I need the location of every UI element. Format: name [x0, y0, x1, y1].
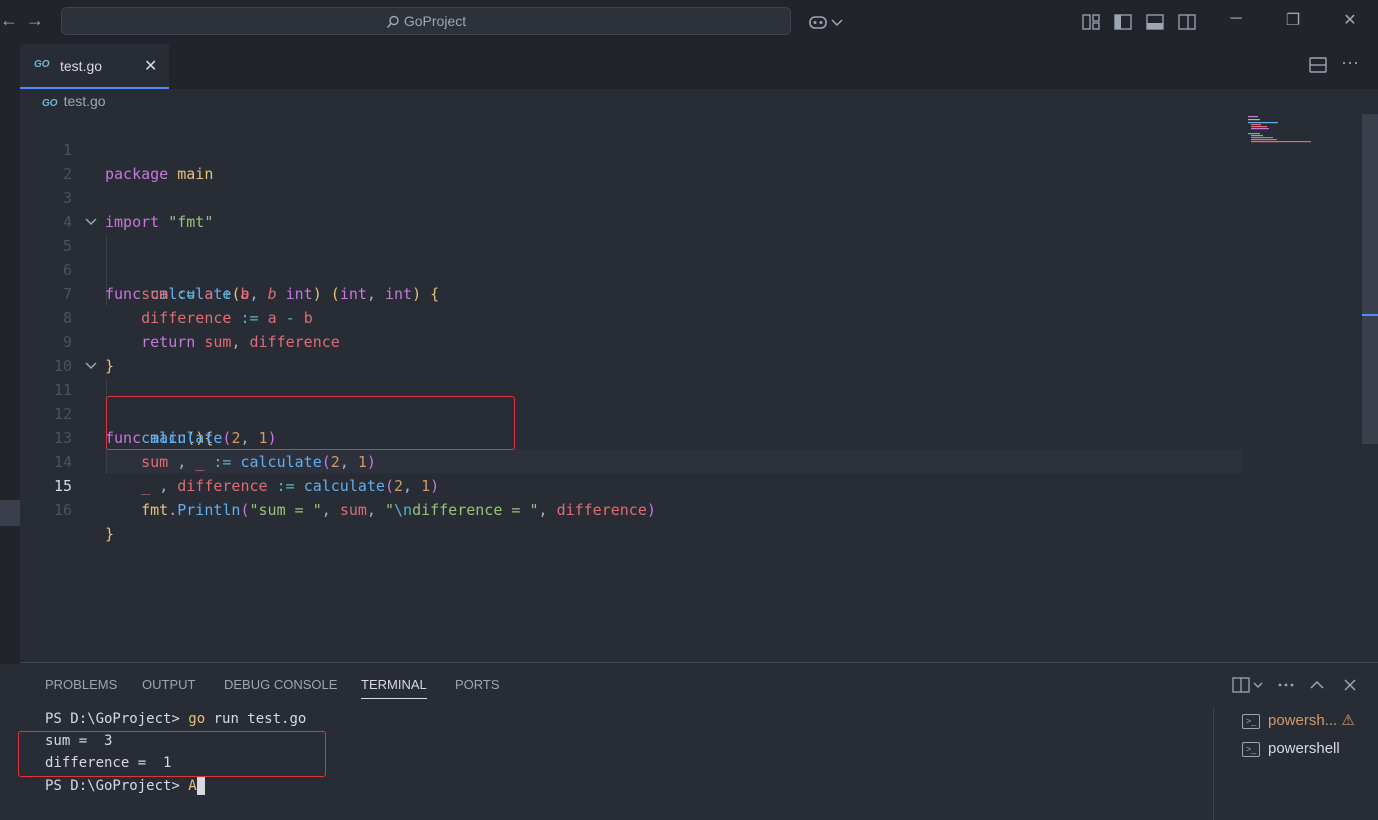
go-file-icon: GO	[42, 98, 58, 109]
warning-icon: ⚠	[1341, 712, 1355, 729]
split-terminal-icon[interactable]	[1232, 677, 1250, 693]
search-label: GoProject	[403, 13, 467, 29]
code-line-11: 11 func main(){	[20, 354, 1242, 447]
terminal-instance-2[interactable]: >_ powershell	[1242, 740, 1340, 757]
minimize-button[interactable]: ─	[1221, 10, 1251, 28]
terminal-instance-1[interactable]: >_ powersh... ⚠	[1242, 711, 1355, 729]
split-editor-icon[interactable]	[1309, 56, 1327, 74]
highlight-box-code	[106, 396, 515, 450]
code-line-8: 8 return sum, difference	[20, 282, 1242, 351]
breadcrumb[interactable]: GO test.go	[42, 93, 106, 109]
code-line-3: 3 import "fmt"	[20, 162, 1242, 231]
maximize-panel-icon[interactable]	[1309, 677, 1325, 693]
tab-output[interactable]: OUTPUT	[142, 677, 195, 692]
activity-edge	[0, 44, 20, 664]
terminal-list-divider	[1213, 707, 1214, 820]
code-line-4: 4	[20, 186, 1242, 231]
more-actions-icon[interactable]: ···	[1341, 52, 1359, 73]
terminal-line-1: PS D:\GoProject> go run test.go	[45, 711, 307, 727]
code-line-7: 7 difference := a - b	[20, 258, 1242, 327]
code-line-15: 15 fmt.Println("sum = ", sum, "\ndiffere…	[20, 450, 1242, 519]
highlight-box-output	[18, 731, 326, 777]
tab-debug-console[interactable]: DEBUG CONSOLE	[224, 677, 337, 692]
command-center-search[interactable]: GoProject	[61, 7, 791, 35]
tab-problems[interactable]: PROBLEMS	[45, 677, 117, 692]
terminal-cursor	[196, 777, 205, 795]
terminal-line-prompt[interactable]: PS D:\GoProject> A	[45, 777, 205, 795]
tab-label: test.go	[60, 58, 103, 74]
title-bar: ← → GoProject ─ ❐ ✕	[0, 0, 1378, 44]
toggle-secondary-sidebar-icon[interactable]	[1177, 12, 1197, 32]
code-line-9: 9 }	[20, 306, 1242, 375]
fold-chevron-icon[interactable]	[84, 210, 98, 234]
code-line-10: 10	[20, 330, 1242, 375]
scrollbar-cursor-marker	[1362, 314, 1378, 316]
code-editor[interactable]: 1 package main 2 3 import "fmt" 4 5 func…	[20, 114, 1365, 662]
fold-chevron-icon[interactable]	[84, 354, 98, 378]
close-window-button[interactable]: ✕	[1335, 10, 1365, 30]
close-panel-icon[interactable]	[1342, 677, 1358, 693]
editor-scrollbar[interactable]	[1362, 114, 1378, 444]
tab-ports[interactable]: PORTS	[455, 677, 500, 692]
minimap[interactable]	[1248, 116, 1318, 146]
toggle-panel-icon[interactable]	[1145, 12, 1165, 32]
search-icon	[386, 16, 399, 29]
forward-arrow-icon[interactable]: →	[26, 10, 44, 31]
more-actions-icon[interactable]	[1277, 677, 1295, 693]
breadcrumb-file: test.go	[63, 93, 106, 109]
go-file-icon: GO	[34, 59, 50, 70]
sidebar-selection	[0, 500, 20, 526]
code-line-2: 2	[20, 138, 1242, 183]
code-line-6: 6 sum := a + b	[20, 234, 1242, 303]
tab-close-icon[interactable]: ✕	[144, 56, 157, 76]
code-line-1: 1 package main	[20, 114, 1242, 183]
back-arrow-icon[interactable]: ←	[0, 10, 18, 31]
toggle-primary-sidebar-icon[interactable]	[1113, 12, 1133, 32]
maximize-button[interactable]: ❐	[1278, 10, 1308, 30]
terminal-icon: >_	[1242, 741, 1260, 757]
customize-layout-icon[interactable]	[1081, 12, 1101, 32]
copilot-icon[interactable]	[808, 12, 828, 32]
chevron-down-icon[interactable]	[1252, 677, 1264, 693]
chevron-down-icon[interactable]	[830, 12, 844, 32]
line-number: 16	[53, 501, 72, 519]
bottom-panel: PROBLEMS OUTPUT DEBUG CONSOLE TERMINAL P…	[18, 662, 1378, 820]
code-line-16: 16 }	[20, 474, 1242, 543]
tab-test-go[interactable]: GO test.go ✕	[20, 44, 169, 89]
editor-tab-bar	[0, 44, 1378, 89]
terminal-icon: >_	[1242, 713, 1260, 729]
code-line-5: 5 func calculate(a, b int) (int, int) {	[20, 210, 1242, 303]
tab-terminal[interactable]: TERMINAL	[361, 677, 427, 699]
